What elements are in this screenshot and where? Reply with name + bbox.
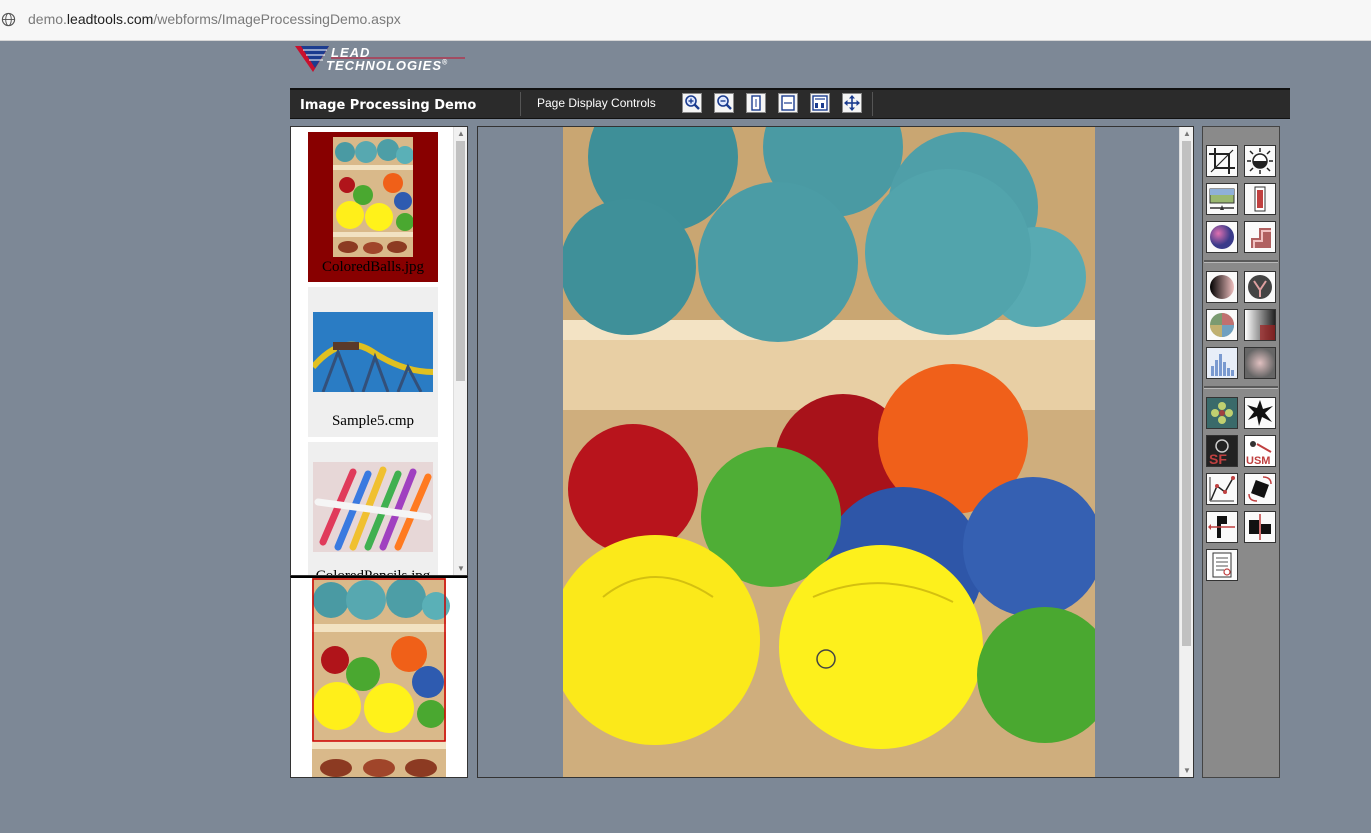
fit-page-button[interactable] <box>746 93 766 113</box>
histogram-icon <box>1207 348 1237 378</box>
scrollbar-thumb[interactable] <box>1182 141 1191 646</box>
sharpen-button[interactable] <box>1206 397 1238 429</box>
gamma-icon <box>1248 275 1272 299</box>
address-url[interactable]: demo.leadtools.com/webforms/ImageProcess… <box>28 11 401 27</box>
scrollbar-thumb[interactable] <box>456 141 465 381</box>
globe-icon <box>1 12 16 27</box>
scroll-up-icon[interactable]: ▲ <box>1183 129 1191 138</box>
gradient-icon <box>1245 310 1275 340</box>
document-icon <box>1212 552 1232 578</box>
rotate-button[interactable] <box>1244 473 1276 505</box>
image-overview-panel[interactable] <box>290 576 468 778</box>
spatial-filter-button[interactable]: SF <box>1206 435 1238 467</box>
toolbar-separator <box>520 92 521 116</box>
spatial-filter-icon: SF <box>1207 436 1237 466</box>
gradient-button[interactable] <box>1244 309 1276 341</box>
flip-icon <box>1208 516 1235 538</box>
star-burst-button[interactable] <box>1244 397 1276 429</box>
usm-label: USM <box>1246 455 1270 466</box>
deskew-button[interactable] <box>1244 183 1276 215</box>
app-title: Image Processing Demo <box>300 98 477 113</box>
gamma-button[interactable] <box>1244 271 1276 303</box>
hue-button[interactable] <box>1206 309 1238 341</box>
rotate-icon <box>1248 476 1272 502</box>
color-sphere-icon <box>1210 225 1234 249</box>
image-processing-tools: SF USM <box>1202 126 1280 778</box>
logo-text-technologies: TECHNOLOGIES® <box>326 58 448 73</box>
crop-button[interactable] <box>1206 145 1238 177</box>
thumbnail-item-coloredpencils[interactable]: ColoredPencils.jpg <box>308 442 438 576</box>
logo-line2: TECHNOLOGIES <box>326 58 443 73</box>
blur-icon <box>1245 348 1275 378</box>
scroll-down-icon[interactable]: ▼ <box>1183 766 1191 775</box>
thumbnail-caption: ColoredPencils.jpg <box>315 568 431 576</box>
crop-icon <box>1209 148 1235 174</box>
image-viewer[interactable]: ▲ ▼ <box>477 126 1194 778</box>
star-burst-icon <box>1247 400 1273 426</box>
emboss-button[interactable] <box>1244 221 1276 253</box>
emboss-icon <box>1251 228 1271 248</box>
main-image-colored-balls <box>563 127 1095 777</box>
scroll-down-icon[interactable]: ▼ <box>457 564 465 573</box>
zoom-out-icon <box>717 95 732 110</box>
fit-width-button[interactable] <box>778 93 798 113</box>
thumbnail-list[interactable]: ColoredBalls.jpg Sample5.cmp ColoredPenc… <box>290 126 468 576</box>
unsharp-mask-icon: USM <box>1245 436 1275 466</box>
thumbnail-item-sample5[interactable]: Sample5.cmp <box>308 287 438 437</box>
viewer-scrollbar[interactable]: ▲ ▼ <box>1179 127 1193 777</box>
overview-image <box>312 578 450 777</box>
zoom-in-button[interactable] <box>682 93 702 113</box>
curve-icon <box>1209 476 1235 502</box>
zoom-in-icon <box>685 95 700 110</box>
tool-group-divider <box>1204 386 1278 389</box>
contrast-icon <box>1210 275 1234 299</box>
resize-icon <box>1209 188 1235 210</box>
browser-address-bar[interactable]: demo.leadtools.com/webforms/ImageProcess… <box>0 0 1371 41</box>
thumbnail-caption: ColoredBalls.jpg <box>321 259 425 275</box>
color-sphere-button[interactable] <box>1206 221 1238 253</box>
colored-pencils-thumbnail <box>313 462 433 552</box>
brightness-icon <box>1247 148 1273 174</box>
tool-group-divider <box>1204 260 1278 263</box>
brightness-button[interactable] <box>1244 145 1276 177</box>
resize-button[interactable] <box>1206 183 1238 215</box>
contrast-button[interactable] <box>1206 271 1238 303</box>
thumbnail-item-coloredballs[interactable]: ColoredBalls.jpg <box>308 132 438 282</box>
pan-button[interactable] <box>842 93 862 113</box>
main-toolbar: Image Processing Demo Page Display Contr… <box>290 88 1290 119</box>
thumbnail-caption: Sample5.cmp <box>331 413 415 429</box>
colored-balls-thumbnail <box>333 137 413 257</box>
histogram-button[interactable] <box>1206 347 1238 379</box>
blur-button[interactable] <box>1244 347 1276 379</box>
flip-button[interactable] <box>1206 511 1238 543</box>
curve-button[interactable] <box>1206 473 1238 505</box>
toolbar-separator <box>872 92 873 116</box>
scroll-up-icon[interactable]: ▲ <box>457 129 465 138</box>
fit-page-icon <box>751 95 761 111</box>
sharpen-flower-icon <box>1207 398 1237 428</box>
actual-size-button[interactable] <box>810 93 830 113</box>
url-prefix: demo. <box>28 11 67 27</box>
fit-width-icon <box>781 95 795 111</box>
registered-mark: ® <box>442 59 449 67</box>
pan-icon <box>844 95 860 111</box>
page-display-label: Page Display Controls <box>537 96 656 110</box>
sf-label: SF <box>1209 451 1227 466</box>
unsharp-mask-button[interactable]: USM <box>1244 435 1276 467</box>
url-path: /webforms/ImageProcessingDemo.aspx <box>153 11 401 27</box>
deskew-icon <box>1254 186 1266 212</box>
document-button[interactable] <box>1206 549 1238 581</box>
url-host: leadtools.com <box>66 11 154 27</box>
thumbnail-scrollbar[interactable]: ▲ ▼ <box>453 127 467 575</box>
zoom-out-button[interactable] <box>714 93 734 113</box>
lead-technologies-logo: LEAD TECHNOLOGIES® <box>295 44 485 76</box>
mirror-icon <box>1249 514 1271 540</box>
roller-coaster-thumbnail <box>313 312 433 392</box>
hue-icon <box>1210 313 1234 337</box>
actual-size-icon <box>812 95 828 111</box>
mirror-button[interactable] <box>1244 511 1276 543</box>
